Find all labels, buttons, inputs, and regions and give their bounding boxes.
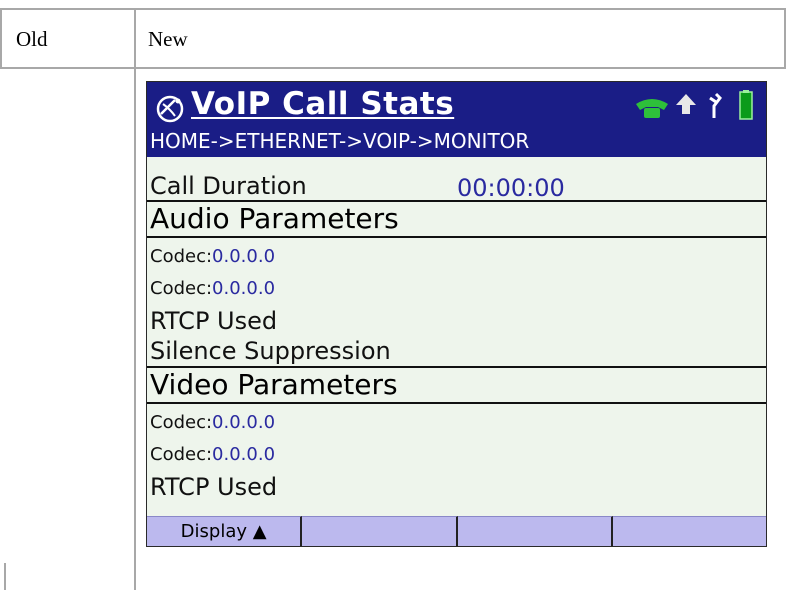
call-duration-value: 00:00:00 — [457, 174, 565, 202]
softkey-2[interactable] — [302, 516, 458, 546]
title-bar: VoIP Call Stats HOME->ETHERNET->VOIP->MO… — [147, 82, 766, 157]
upload-arrow-icon — [676, 94, 696, 114]
audio-parameters-title: Audio Parameters — [150, 202, 399, 235]
status-icons — [636, 90, 753, 120]
codec-value: 0.0.0.0 — [212, 412, 276, 433]
codec-value: 0.0.0.0 — [212, 278, 276, 299]
codec-label: Codec: — [150, 412, 213, 433]
video-codec-1: Codec:0.0.0.0 — [150, 412, 275, 433]
device-screen: VoIP Call Stats HOME->ETHERNET->VOIP->MO… — [146, 81, 767, 547]
table-col-divider — [134, 8, 136, 590]
softkey-4[interactable] — [612, 516, 766, 546]
codec-value: 0.0.0.0 — [212, 444, 276, 465]
satellite-dish-icon — [156, 95, 184, 123]
video-codec-2: Codec:0.0.0.0 — [150, 444, 275, 465]
softkey-bar: Display ▲ — [147, 516, 766, 546]
audio-rtcp-used: RTCP Used — [150, 307, 278, 335]
table-border-mid — [0, 67, 786, 69]
call-duration-label: Call Duration — [150, 172, 307, 200]
column-header-old: Old — [16, 27, 48, 51]
video-parameters-title: Video Parameters — [150, 368, 398, 401]
table-left-stub — [4, 563, 6, 590]
audio-silence-suppression: Silence Suppression — [150, 337, 391, 365]
softkey-display[interactable]: Display ▲ — [147, 516, 303, 546]
breadcrumb: HOME->ETHERNET->VOIP->MONITOR — [150, 129, 530, 153]
phone-icon — [636, 99, 668, 118]
battery-icon — [739, 90, 753, 120]
table-border-left — [0, 8, 2, 69]
power-plug-icon — [709, 92, 722, 118]
audio-codec-1: Codec:0.0.0.0 — [150, 246, 275, 267]
column-header-new: New — [148, 27, 188, 51]
audio-parameters-header: Audio Parameters — [147, 200, 766, 238]
screen-title: VoIP Call Stats — [191, 86, 455, 122]
codec-label: Codec: — [150, 246, 213, 267]
codec-label: Codec: — [150, 278, 213, 299]
video-parameters-header: Video Parameters — [147, 366, 766, 404]
codec-label: Codec: — [150, 444, 213, 465]
audio-codec-2: Codec:0.0.0.0 — [150, 278, 275, 299]
table-border-top — [0, 8, 786, 10]
codec-value: 0.0.0.0 — [212, 246, 276, 267]
softkey-3[interactable] — [457, 516, 613, 546]
video-rtcp-used: RTCP Used — [150, 473, 278, 501]
